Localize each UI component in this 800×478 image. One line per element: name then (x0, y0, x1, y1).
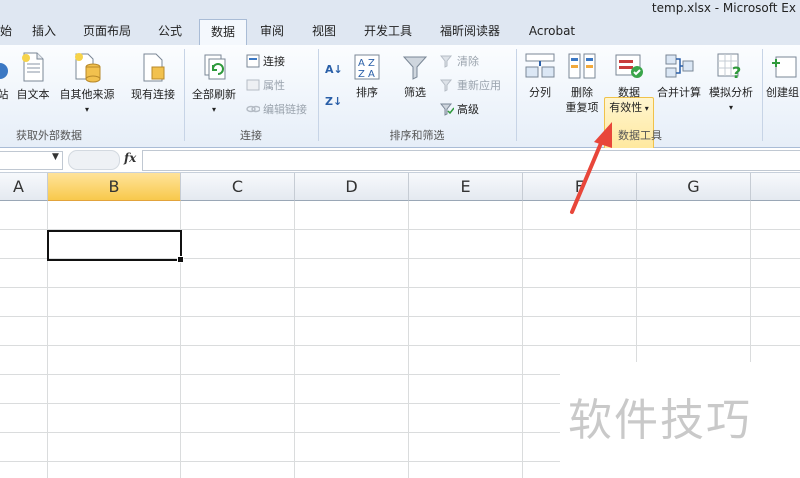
text-to-columns-button[interactable]: 分列 (522, 51, 558, 100)
from-text-button[interactable]: 自文本 (12, 51, 54, 102)
name-box-dropdown-icon[interactable]: ▼ (52, 152, 59, 162)
reapply-icon (439, 78, 454, 92)
database-icon (75, 53, 101, 83)
text-to-columns-icon (525, 53, 555, 78)
tab-home[interactable]: 始 (0, 17, 14, 45)
column-header-c[interactable]: C (181, 173, 295, 201)
svg-text:A: A (358, 58, 365, 69)
data-validation-icon (615, 54, 643, 78)
fill-handle[interactable] (177, 256, 184, 263)
existing-connection-icon (143, 53, 165, 82)
filter-button[interactable]: 筛选 (398, 53, 432, 100)
window-title: temp.xlsx - Microsoft Ex (651, 1, 796, 15)
sort-button[interactable]: A Z Z A 排序 (350, 53, 384, 100)
ribbon-panel: 站 自文本 自其他来源 ▾ 现有连接 获取外部数据 全部刷新 ▾ 连接 属性 编… (0, 45, 800, 171)
svg-text:Z: Z (368, 58, 375, 69)
sort-ascending-button[interactable]: A↓ (325, 59, 347, 81)
column-header-e[interactable]: E (409, 173, 523, 201)
active-cell-b2[interactable] (47, 230, 184, 263)
remove-duplicates-icon (568, 53, 596, 79)
advanced-filter-icon (439, 102, 455, 116)
tab-foxit-reader[interactable]: 福昕阅读器 (432, 17, 508, 45)
what-if-icon: ? (717, 53, 741, 81)
web-icon (0, 63, 8, 79)
title-bar: temp.xlsx - Microsoft Ex (0, 0, 800, 17)
formula-input[interactable] (142, 150, 800, 171)
group-icon (772, 56, 797, 78)
tab-developer[interactable]: 开发工具 (356, 17, 420, 45)
tab-formulas[interactable]: 公式 (150, 17, 190, 45)
edit-links-button[interactable]: 编辑链接 (246, 101, 307, 119)
connections-button[interactable]: 连接 (246, 53, 285, 71)
svg-text:Z: Z (358, 69, 365, 80)
column-header-b[interactable]: B (48, 173, 181, 201)
insert-function-icon[interactable]: fx (124, 151, 136, 165)
sort-descending-button[interactable]: Z↓ (325, 91, 347, 113)
group-label-connections: 连接 (240, 129, 262, 142)
what-if-analysis-button[interactable]: ? 模拟分析 ▾ (704, 51, 758, 115)
reapply-button[interactable]: 重新应用 (439, 77, 501, 95)
column-header-d[interactable]: D (295, 173, 409, 201)
watermark-text: 软件技巧 (568, 395, 752, 446)
chevron-down-icon: ▾ (211, 105, 216, 114)
group-outline-button[interactable]: 创建组 (766, 51, 800, 100)
text-file-icon (22, 52, 44, 82)
ribbon-tab-row: 始 插入 页面布局 公式 数据 审阅 视图 开发工具 福昕阅读器 Acrobat (0, 17, 800, 47)
tab-review[interactable]: 审阅 (252, 17, 292, 45)
from-web-button[interactable]: 站 (0, 51, 10, 102)
consolidate-button[interactable]: 合并计算 (654, 51, 704, 100)
link-icon (246, 102, 261, 116)
group-separator (762, 49, 763, 141)
consolidate-icon (665, 54, 694, 78)
tab-data[interactable]: 数据 (199, 19, 247, 47)
advanced-filter-button[interactable]: 高级 (439, 101, 479, 119)
from-other-sources-button[interactable]: 自其他来源 ▾ (55, 51, 119, 117)
refresh-icon (204, 54, 226, 80)
chevron-down-icon: ▾ (728, 103, 733, 112)
tab-insert[interactable]: 插入 (22, 17, 66, 45)
sort-icon: A Z Z A (354, 54, 380, 80)
group-separator (516, 49, 517, 141)
tab-view[interactable]: 视图 (304, 17, 344, 45)
existing-connections-button[interactable]: 现有连接 (124, 51, 182, 102)
column-header-g[interactable]: G (637, 173, 751, 201)
formula-bar: ▼ fx (0, 148, 800, 173)
group-label-external-data: 获取外部数据 (16, 129, 82, 142)
refresh-all-button[interactable]: 全部刷新 ▾ (188, 51, 240, 117)
group-separator (318, 49, 319, 141)
group-label-data-tools: 数据工具 (618, 129, 662, 142)
group-separator (184, 49, 185, 141)
column-header-h[interactable] (751, 173, 800, 201)
connections-icon (246, 54, 260, 68)
tab-page-layout[interactable]: 页面布局 (76, 17, 138, 45)
chevron-down-icon: ▾ (84, 105, 89, 114)
column-header-a[interactable]: A (0, 173, 48, 201)
sort-descending-icon: Z↓ (325, 95, 343, 108)
clear-filter-icon (439, 54, 454, 68)
properties-button[interactable]: 属性 (246, 77, 285, 95)
properties-icon (246, 78, 260, 92)
chevron-down-icon: ▾ (642, 104, 649, 113)
sort-ascending-icon: A↓ (325, 63, 343, 76)
tab-acrobat[interactable]: Acrobat (520, 17, 584, 45)
clear-filter-button[interactable]: 清除 (439, 53, 479, 71)
filter-icon (402, 56, 428, 80)
annotation-arrow (570, 122, 612, 214)
svg-text:A: A (368, 69, 375, 80)
formula-bar-controls (68, 150, 120, 170)
group-label-sort-filter: 排序和筛选 (389, 129, 445, 142)
svg-text:?: ? (732, 63, 741, 81)
